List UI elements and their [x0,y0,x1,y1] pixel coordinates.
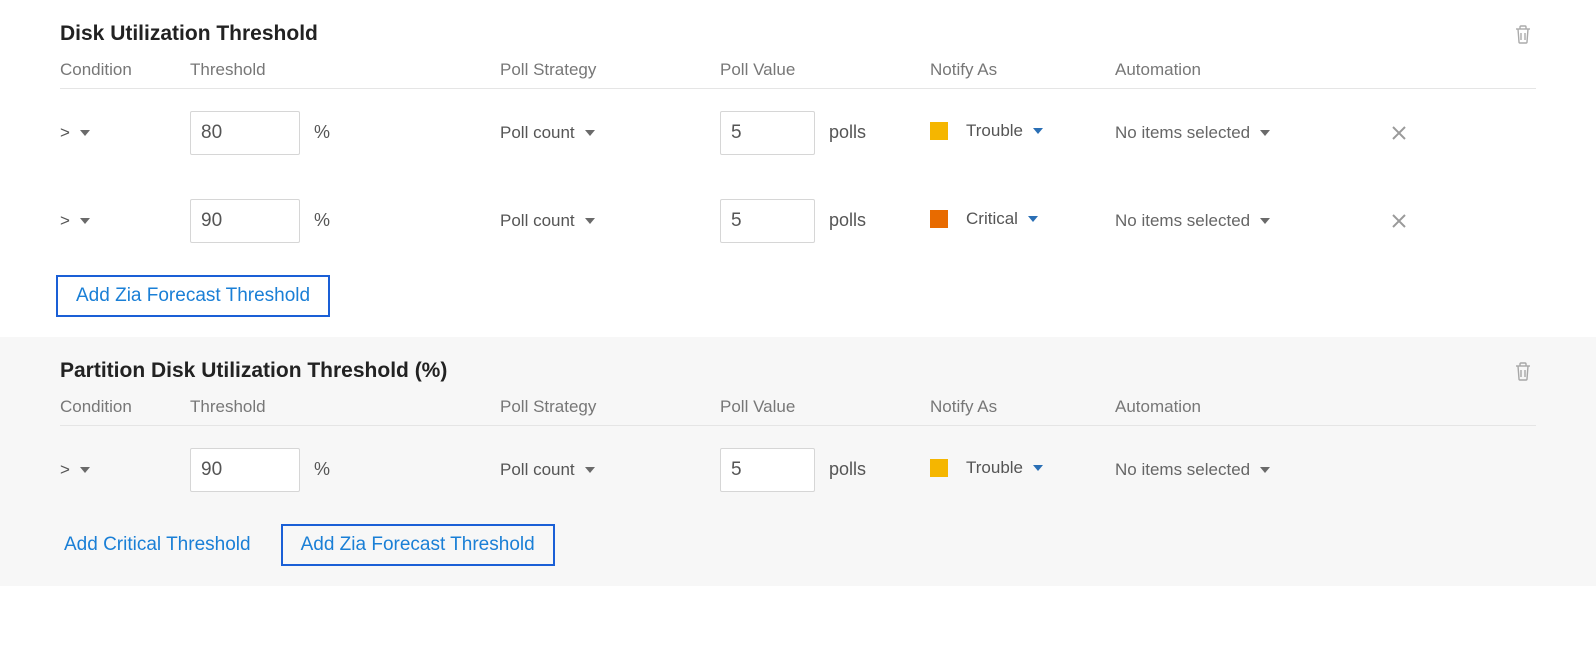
delete-row-button[interactable] [1385,119,1413,147]
header-poll-value: Poll Value [720,60,930,80]
dropdown-label: No items selected [1115,123,1250,143]
poll-strategy-dropdown[interactable]: Poll count [500,211,595,231]
automation-dropdown[interactable]: No items selected [1115,123,1270,143]
delete-row-button[interactable] [1385,207,1413,235]
threshold-section: Disk Utilization Threshold ConditionThres… [0,0,1596,337]
dropdown-label: Poll count [500,123,575,143]
threshold-unit: % [314,210,330,230]
section-header: Disk Utilization Threshold [60,20,1536,48]
column-headers: ConditionThresholdPoll StrategyPoll Valu… [60,60,1536,89]
add-threshold-link[interactable]: Add Critical Threshold [60,526,255,564]
section-title: Disk Utilization Threshold [60,22,318,46]
poll-unit: polls [829,459,866,479]
header-automation: Automation [1115,397,1385,417]
caret-down-icon [1260,218,1270,224]
poll-unit: polls [829,122,866,142]
automation-dropdown[interactable]: No items selected [1115,460,1270,480]
poll-unit: polls [829,210,866,230]
threshold-input[interactable] [190,448,300,492]
column-headers: ConditionThresholdPoll StrategyPoll Valu… [60,397,1536,426]
notify-label: Trouble [966,458,1023,478]
header-condition: Condition [60,60,190,80]
condition-dropdown[interactable]: > [60,460,90,480]
dropdown-label: > [60,460,70,480]
dropdown-label: > [60,123,70,143]
automation-dropdown[interactable]: No items selected [1115,211,1270,231]
delete-section-button[interactable] [1510,357,1536,385]
caret-down-icon [1033,465,1043,471]
caret-down-icon [585,467,595,473]
poll-value-input[interactable] [720,448,815,492]
severity-swatch [930,122,948,140]
delete-section-button[interactable] [1510,20,1536,48]
header-poll-value: Poll Value [720,397,930,417]
header-condition: Condition [60,397,190,417]
header-poll-strategy: Poll Strategy [500,397,720,417]
header-notify-as: Notify As [930,397,1115,417]
poll-strategy-dropdown[interactable]: Poll count [500,460,595,480]
threshold-row: >% Poll count polls Trouble No items selecte… [60,426,1536,514]
caret-down-icon [1260,467,1270,473]
notify-as-dropdown[interactable]: Trouble [930,121,1043,141]
section-header: Partition Disk Utilization Threshold (%) [60,357,1536,385]
threshold-input[interactable] [190,199,300,243]
dropdown-label: No items selected [1115,211,1250,231]
notify-label: Critical [966,209,1018,229]
threshold-input[interactable] [190,111,300,155]
caret-down-icon [1260,130,1270,136]
dropdown-label: No items selected [1115,460,1250,480]
caret-down-icon [1033,128,1043,134]
add-threshold-link[interactable]: Add Zia Forecast Threshold [56,275,330,317]
threshold-section: Partition Disk Utilization Threshold (%)… [0,337,1596,586]
action-links: Add Zia Forecast Threshold [60,275,1536,317]
notify-as-dropdown[interactable]: Trouble [930,458,1043,478]
poll-strategy-dropdown[interactable]: Poll count [500,123,595,143]
header-automation: Automation [1115,60,1385,80]
condition-dropdown[interactable]: > [60,123,90,143]
add-threshold-link[interactable]: Add Zia Forecast Threshold [281,524,555,566]
header-notify-as: Notify As [930,60,1115,80]
threshold-unit: % [314,122,330,142]
header-poll-strategy: Poll Strategy [500,60,720,80]
action-links: Add Critical Threshold Add Zia Forecast T… [60,524,1536,566]
notify-label: Trouble [966,121,1023,141]
condition-dropdown[interactable]: > [60,211,90,231]
dropdown-label: > [60,211,70,231]
header-threshold: Threshold [190,60,500,80]
dropdown-label: Poll count [500,460,575,480]
severity-swatch [930,210,948,228]
dropdown-label: Poll count [500,211,575,231]
notify-as-dropdown[interactable]: Critical [930,209,1038,229]
section-title: Partition Disk Utilization Threshold (%) [60,359,447,383]
threshold-unit: % [314,459,330,479]
threshold-row: >% Poll count polls Trouble No items selecte… [60,89,1536,177]
caret-down-icon [1028,216,1038,222]
caret-down-icon [585,130,595,136]
poll-value-input[interactable] [720,199,815,243]
caret-down-icon [80,130,90,136]
caret-down-icon [585,218,595,224]
caret-down-icon [80,467,90,473]
severity-swatch [930,459,948,477]
threshold-row: >% Poll count polls Critical No items select… [60,177,1536,265]
poll-value-input[interactable] [720,111,815,155]
header-threshold: Threshold [190,397,500,417]
caret-down-icon [80,218,90,224]
